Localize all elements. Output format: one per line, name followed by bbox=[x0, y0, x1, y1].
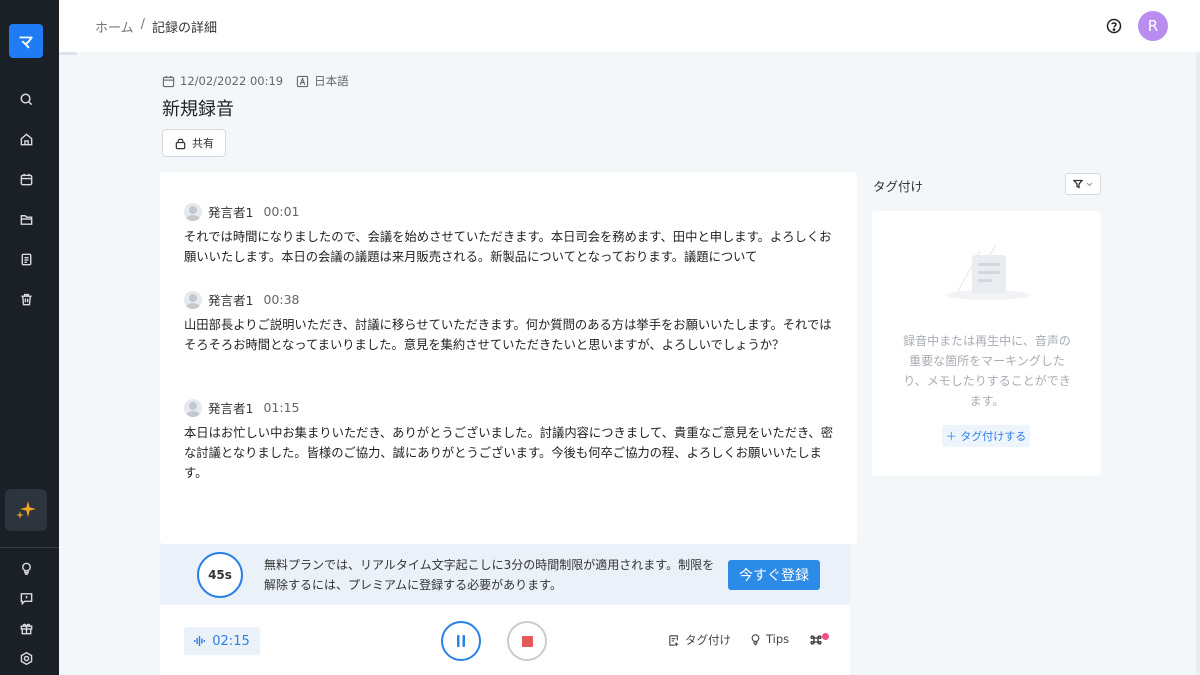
breadcrumb-home[interactable]: ホーム bbox=[95, 17, 134, 36]
filter-icon bbox=[1073, 179, 1083, 189]
sidebar-item-home[interactable] bbox=[0, 124, 52, 154]
speaker-name[interactable]: 発言者1 bbox=[208, 290, 253, 309]
sidebar-item-feedback[interactable] bbox=[0, 583, 52, 613]
sidebar-item-gift[interactable] bbox=[0, 613, 52, 643]
pause-icon bbox=[457, 635, 465, 647]
plan-limit-banner: 45s 無料プランでは、リアルタイム文字起こしに3分の時間制限が適用されます。制… bbox=[160, 544, 850, 605]
sparkle-icon bbox=[16, 501, 36, 519]
language-icon bbox=[296, 75, 309, 87]
lightbulb-icon bbox=[751, 633, 760, 645]
transcript-segment: 発言者1 01:15 本日はお忙しい中お集まりいただき、ありがとうございました。… bbox=[184, 398, 834, 483]
empty-notes-illustration-icon bbox=[946, 244, 1030, 300]
share-label: 共有 bbox=[192, 137, 214, 150]
tags-empty-message: 録音中または再生中に、音声の重要な箇所をマーキングしたり、メモしたりすることがで… bbox=[903, 334, 1071, 408]
home-icon bbox=[20, 132, 32, 145]
countdown-timer: 45s bbox=[197, 552, 243, 598]
trash-icon bbox=[20, 293, 32, 305]
user-avatar[interactable]: R bbox=[1138, 11, 1168, 41]
lightbulb-icon bbox=[21, 562, 31, 575]
scrollbar-track[interactable] bbox=[1196, 52, 1200, 675]
segment-time[interactable]: 00:38 bbox=[263, 292, 299, 307]
speaker-name[interactable]: 発言者1 bbox=[208, 202, 253, 221]
recording-duration: 02:15 bbox=[184, 627, 260, 655]
breadcrumb-current: 記録の詳細 bbox=[152, 21, 218, 36]
gift-icon bbox=[20, 623, 32, 634]
speaker-avatar-icon bbox=[184, 398, 202, 417]
breadcrumb: ホーム / 記録の詳細 bbox=[95, 17, 217, 36]
segment-time[interactable]: 00:01 bbox=[263, 204, 299, 219]
sidebar-item-trash[interactable] bbox=[0, 284, 52, 314]
record-date: 12/02/2022 00:19 bbox=[180, 74, 284, 88]
sidebar-item-document[interactable] bbox=[0, 244, 52, 274]
transcript-segment: 発言者1 00:01 それでは時間になりましたので、会議を始めさせていただきます… bbox=[184, 202, 834, 267]
pause-button[interactable] bbox=[441, 621, 481, 661]
stop-button[interactable] bbox=[507, 621, 547, 661]
stop-icon bbox=[521, 635, 533, 647]
transcript-segment: 発言者1 00:38 山田部長よりご説明いただき、討議に移らせていただきます。何… bbox=[184, 290, 834, 355]
sidebar-item-tips[interactable] bbox=[0, 553, 52, 583]
speaker-avatar-icon bbox=[184, 290, 202, 309]
plan-limit-message: 無料プランでは、リアルタイム文字起こしに3分の時間制限が適用されます。制限を解除… bbox=[264, 558, 715, 592]
duration-value: 02:15 bbox=[212, 633, 250, 649]
chevron-down-icon bbox=[1086, 182, 1093, 186]
tag-note-icon bbox=[669, 634, 679, 646]
folder-icon bbox=[20, 214, 32, 225]
tips-tool-label: Tips bbox=[766, 632, 790, 646]
help-icon[interactable] bbox=[1105, 17, 1123, 35]
segment-text[interactable]: 山田部長よりご説明いただき、討議に移らせていただきます。何か質問のある方は挙手を… bbox=[184, 315, 834, 355]
sidebar-divider bbox=[0, 547, 59, 548]
segment-time[interactable]: 01:15 bbox=[263, 400, 299, 415]
tag-tool-label: タグ付け bbox=[685, 633, 731, 647]
ai-assistant-button[interactable] bbox=[5, 489, 47, 531]
calendar-edit-icon bbox=[162, 75, 175, 87]
record-meta: 12/02/2022 00:19 日本語 bbox=[162, 73, 349, 89]
transcript-panel: 発言者1 00:01 それでは時間になりましたので、会議を始めさせていただきます… bbox=[160, 172, 857, 544]
add-tag-button[interactable]: ＋ タグ付けする bbox=[942, 425, 1030, 447]
command-key-icon bbox=[810, 635, 822, 645]
signup-now-button[interactable]: 今すぐ登録 bbox=[728, 560, 820, 590]
breadcrumb-separator: / bbox=[140, 17, 146, 32]
segment-text[interactable]: 本日はお忙しい中お集まりいただき、ありがとうございました。討議内容につきまして、… bbox=[184, 423, 834, 483]
document-icon bbox=[21, 253, 31, 265]
keyboard-shortcut-button[interactable] bbox=[809, 632, 829, 648]
share-button[interactable]: 共有 bbox=[162, 129, 226, 157]
tag-filter-button[interactable] bbox=[1065, 173, 1101, 195]
notification-dot bbox=[822, 633, 829, 640]
speaker-name[interactable]: 発言者1 bbox=[208, 398, 253, 417]
lock-icon bbox=[175, 138, 186, 149]
sidebar-item-search[interactable] bbox=[0, 84, 52, 114]
search-icon bbox=[20, 93, 32, 105]
sidebar-item-folder[interactable] bbox=[0, 204, 52, 234]
gear-icon bbox=[20, 651, 32, 665]
waveform-icon bbox=[194, 636, 206, 646]
speaker-avatar-icon bbox=[184, 202, 202, 221]
sidebar-item-calendar[interactable] bbox=[0, 164, 52, 194]
record-language[interactable]: 日本語 bbox=[314, 73, 349, 89]
tags-panel: 録音中または再生中に、音声の重要な箇所をマーキングしたり、メモしたりすることがで… bbox=[872, 211, 1101, 476]
app-logo[interactable]: マ bbox=[9, 24, 43, 58]
page-title[interactable]: 新規録音 bbox=[162, 95, 234, 121]
top-bar: ホーム / 記録の詳細 R bbox=[59, 0, 1200, 52]
sidebar: マ bbox=[0, 0, 59, 675]
recording-controls: 02:15 タグ付け Tips bbox=[160, 605, 850, 675]
tips-tool[interactable]: Tips bbox=[749, 632, 789, 646]
calendar-icon bbox=[20, 173, 32, 185]
add-tag-tool[interactable]: タグ付け bbox=[668, 632, 731, 648]
tags-panel-title: タグ付け bbox=[873, 179, 924, 194]
segment-text[interactable]: それでは時間になりましたので、会議を始めさせていただきます。本日司会を務めます、… bbox=[184, 227, 834, 267]
sidebar-item-settings[interactable] bbox=[0, 643, 52, 673]
message-icon bbox=[20, 592, 32, 605]
